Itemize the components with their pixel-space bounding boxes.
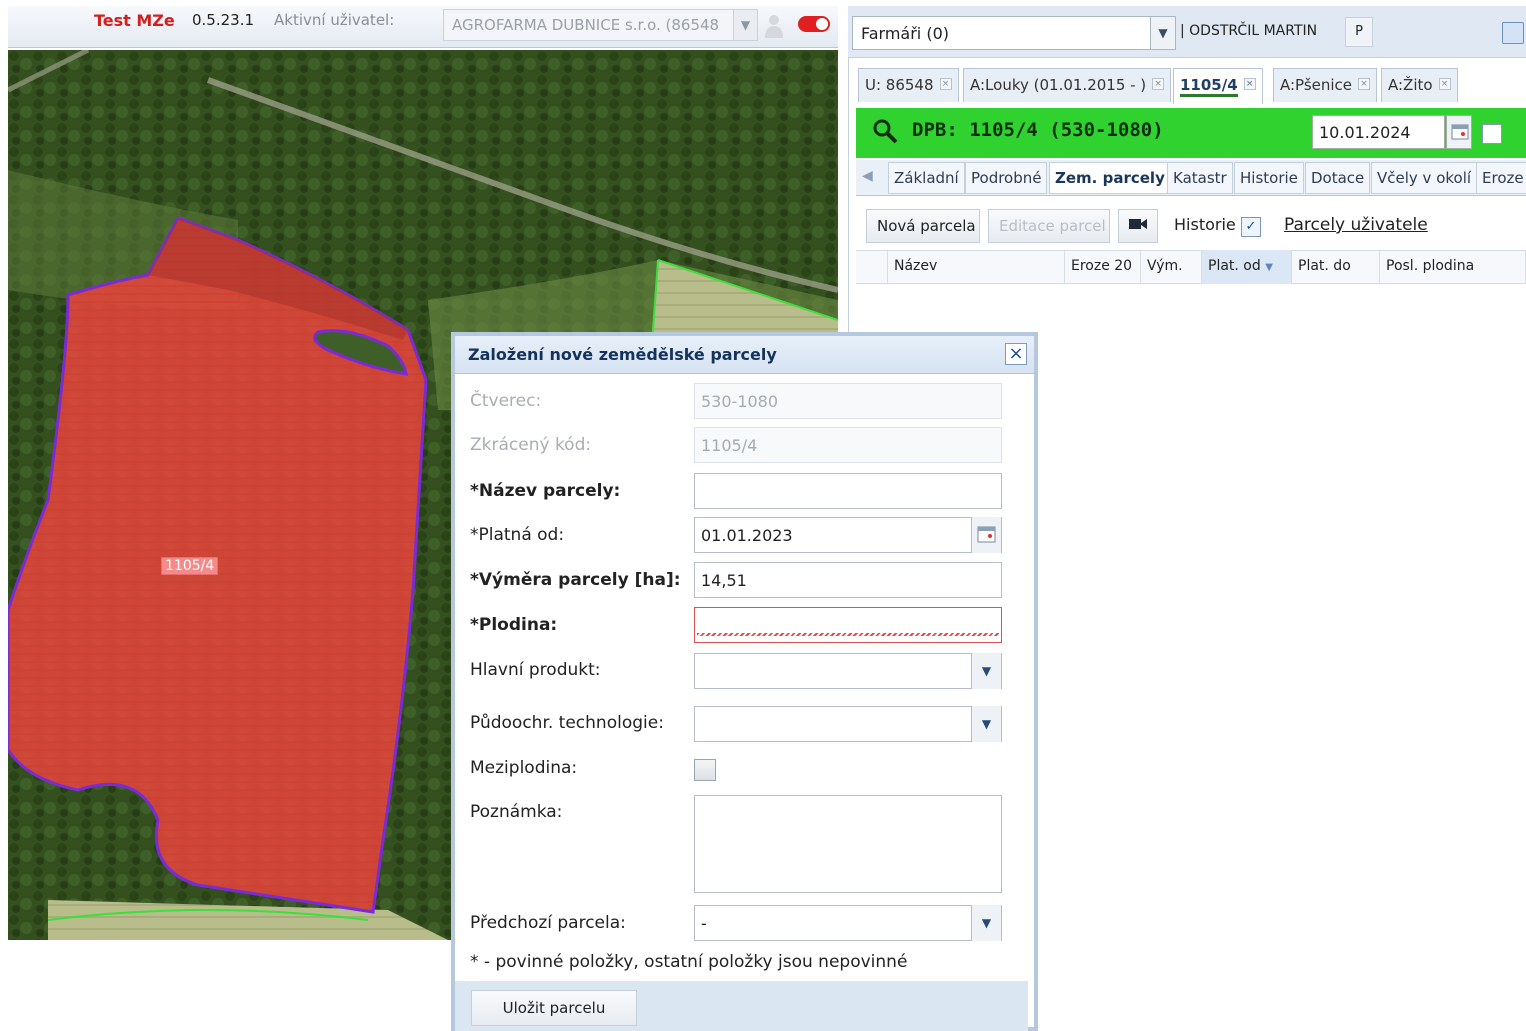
chevron-down-icon[interactable]: ▼ [971,905,1001,941]
tab-louky[interactable]: A:Louky (01.01.2015 - ) × [963,68,1172,102]
cover-crop-checkbox[interactable] [694,759,716,781]
farm-select[interactable]: AGROFARMA DUBNICE s.r.o. (86548 [443,9,758,41]
column-nazev[interactable]: Název [888,250,1065,284]
tab-user[interactable]: U: 86548 × [858,68,959,102]
tab-parcel[interactable]: 1105/4 × [1173,68,1263,104]
grid-row-selector [856,250,888,284]
column-vymera[interactable]: Vým. [1141,250,1202,284]
user-icon[interactable] [764,13,784,39]
valid-from-input[interactable]: 01.01.2023 [694,517,1002,553]
calendar-icon[interactable] [971,517,1001,553]
chevron-down-icon[interactable]: ▼ [733,10,757,40]
subtab-dotace[interactable]: Dotace [1305,162,1371,194]
column-posl-plodina[interactable]: Posl. plodina [1380,250,1526,284]
close-icon[interactable]: × [1243,78,1256,90]
subtab-zakladni[interactable]: Základní [888,162,965,194]
close-icon[interactable]: × [1358,78,1371,90]
column-eroze[interactable]: Eroze 20 [1065,250,1141,284]
column-plat-od[interactable]: Plat. od ▼ [1202,250,1292,284]
search-icon[interactable] [872,118,898,144]
sort-desc-icon: ▼ [1265,262,1273,273]
prev-parcel-select[interactable]: - [694,905,1002,941]
history-label: Historie [1174,215,1236,234]
p-button[interactable]: P [1345,17,1373,47]
area-input[interactable]: 14,51 [694,562,1002,598]
close-icon[interactable]: × [1005,343,1027,365]
valid-from-label: *Platná od: [470,525,565,545]
chevron-down-icon[interactable]: ▼ [971,706,1001,742]
toggle-switch-icon[interactable] [798,16,830,32]
subtab-eroze[interactable]: Eroze [1476,162,1526,194]
subtab-katastr[interactable]: Katastr [1167,162,1233,194]
close-icon[interactable]: × [1152,78,1165,90]
user-parcels-link[interactable]: Parcely uživatele [1284,215,1428,235]
short-code-label: Zkrácený kód: [470,435,592,455]
dpb-title: DPB: 1105/4 (530-1080) [912,119,1164,141]
save-parcel-button[interactable]: Uložit parcelu [471,990,637,1026]
cover-crop-label: Meziplodina: [470,758,578,778]
app-version: 0.5.23.1 [192,11,255,29]
chevron-down-icon[interactable]: ▼ [971,653,1001,689]
required-fields-note: * - povinné položky, ostatní položky jso… [470,952,908,972]
short-code-field: 1105/4 [694,427,1002,463]
column-plat-do[interactable]: Plat. do [1292,250,1380,284]
subtab-vcely[interactable]: Včely v okolí [1371,162,1478,194]
main-product-label: Hlavní produkt: [470,660,601,680]
video-camera-icon [1129,219,1147,229]
parcel-map-label[interactable]: 1105/4 [161,557,219,575]
dpb-checkbox[interactable] [1482,124,1502,144]
dialog-title: Založení nové zemědělské parcely [468,345,777,364]
square-label: Čtverec: [470,391,542,411]
soil-tech-select[interactable] [694,706,1002,742]
history-checkbox[interactable]: ✓ [1241,217,1261,237]
dpb-date-input[interactable]: 10.01.2024 [1312,115,1445,149]
subtab-podrobne[interactable]: Podrobné [965,162,1048,194]
square-field: 530-1080 [694,383,1002,419]
prev-parcel-label: Předchozí parcela: [470,913,626,933]
subtab-historie[interactable]: Historie [1234,162,1304,194]
subtab-zem-parcely[interactable]: Zem. parcely [1049,162,1171,194]
crop-input[interactable] [694,607,1002,643]
parcel-name-label: *Název parcely: [470,481,621,501]
refresh-icon[interactable] [1502,22,1524,44]
soil-tech-label: Půdoochr. technologie: [470,713,664,733]
note-textarea[interactable] [694,795,1002,893]
calendar-icon[interactable] [1446,115,1472,149]
chevron-down-icon[interactable]: ▼ [1150,17,1175,49]
active-user-label: Aktivní uživatel: [274,11,395,29]
edit-parcel-button[interactable]: Editace parcel [988,209,1110,243]
main-product-select[interactable] [694,653,1002,689]
crop-label: *Plodina: [470,615,558,635]
app-title: Test MZe [94,11,175,30]
note-label: Poznámka: [470,802,563,822]
close-icon[interactable]: × [1438,78,1451,90]
close-icon[interactable]: × [939,78,952,90]
farmers-select[interactable]: Farmáři (0) [852,16,1176,50]
new-parcel-button[interactable]: Nová parcela [866,209,980,243]
tab-zito[interactable]: A:Žito × [1381,68,1458,102]
arrow-left-icon[interactable]: ◀ [862,168,878,186]
parcel-name-input[interactable] [694,473,1002,509]
current-user-name: | ODSTRČIL MARTIN [1180,23,1318,39]
camera-button[interactable] [1118,209,1158,243]
area-label: *Výměra parcely [ha]: [470,570,681,590]
tab-psenice[interactable]: A:Pšenice × [1273,68,1378,102]
